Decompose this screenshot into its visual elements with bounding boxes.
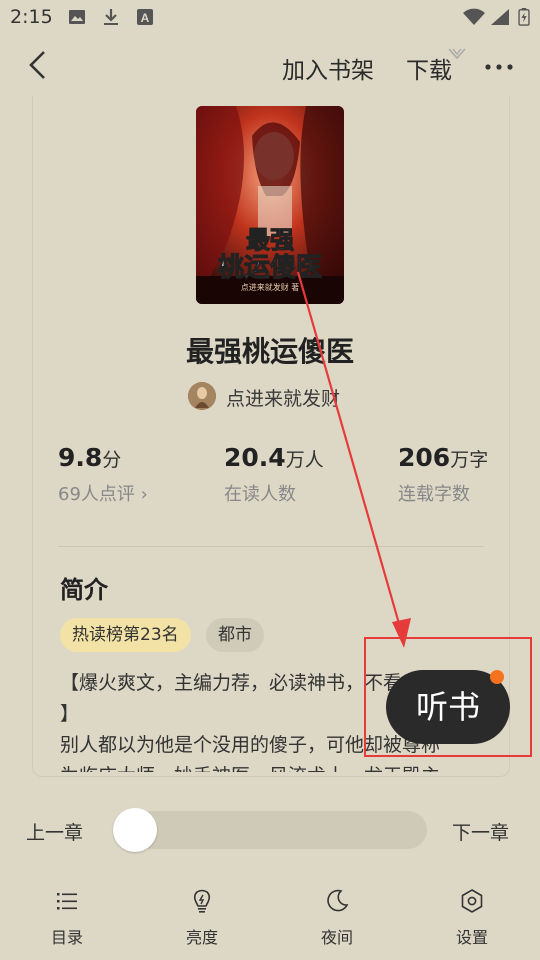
bottom-toolbar: 目录 亮度 夜间 设置	[0, 878, 540, 960]
cover-title-line1: 最强	[246, 226, 294, 254]
tab-catalog-label: 目录	[50, 928, 83, 947]
progress-slider[interactable]	[113, 811, 427, 849]
moon-icon	[327, 889, 349, 912]
status-time: 2:15	[10, 6, 53, 28]
tab-brightness[interactable]: 亮度	[162, 888, 242, 948]
svg-text:A: A	[141, 11, 150, 25]
highlight-box	[364, 637, 532, 757]
status-bar: 2:15 A	[0, 0, 540, 36]
cover-art-image: 最强 桃运傻医 点进来就发财 著	[196, 106, 344, 304]
cover-author: 点进来就发财 著	[241, 282, 300, 292]
wordcount-label: 连载字数	[398, 484, 470, 505]
author-avatar	[188, 382, 216, 410]
vip-badge-icon	[448, 48, 466, 60]
tab-night[interactable]: 夜间	[297, 888, 377, 948]
download-button[interactable]: 下载	[406, 51, 452, 85]
list-icon	[57, 893, 77, 910]
intro-heading: 简介	[60, 576, 108, 604]
wordcount-value: 206	[398, 443, 451, 472]
readers-label: 在读人数	[224, 484, 296, 505]
more-options-icon[interactable]	[484, 52, 514, 82]
tab-settings-label: 设置	[455, 928, 488, 947]
app-notification-icon: A	[137, 9, 153, 25]
back-arrow-icon[interactable]	[22, 48, 56, 82]
wifi-icon	[463, 8, 485, 25]
download-notification-icon	[104, 9, 118, 25]
tab-settings[interactable]: 设置	[432, 888, 512, 948]
book-title: 最强桃运傻医	[185, 335, 354, 368]
readers-stat: 20.4万人 在读人数	[224, 443, 324, 506]
book-cover[interactable]: 最强 桃运傻医 点进来就发财 著	[196, 106, 344, 304]
readers-unit: 万人	[285, 449, 324, 471]
top-bar: 加入书架 下载	[0, 36, 540, 96]
next-chapter-button[interactable]: 下一章	[452, 818, 509, 845]
wordcount-stat: 206万字 连载字数	[398, 443, 488, 506]
tab-brightness-label: 亮度	[185, 928, 218, 947]
rating-count-link[interactable]: 69人点评 ›	[58, 480, 148, 506]
prev-chapter-button[interactable]: 上一章	[26, 818, 83, 845]
rating-unit: 分	[102, 449, 122, 471]
image-notification-icon	[69, 10, 85, 24]
tab-catalog[interactable]: 目录	[27, 888, 107, 948]
readers-value: 20.4	[224, 443, 286, 472]
tab-night-label: 夜间	[320, 928, 353, 947]
brightness-icon	[193, 889, 211, 913]
settings-icon	[461, 889, 483, 913]
rating-value: 9.8	[58, 443, 103, 472]
wordcount-unit: 万字	[450, 449, 489, 471]
genre-tag[interactable]: 都市	[206, 618, 264, 652]
cover-title-line2: 桃运傻医	[218, 253, 322, 283]
divider	[58, 546, 484, 547]
slider-thumb[interactable]	[113, 808, 157, 852]
signal-icon	[491, 9, 509, 25]
rank-tag[interactable]: 热读榜第23名	[60, 618, 191, 652]
add-to-shelf-button[interactable]: 加入书架	[282, 51, 374, 85]
chapter-progress: 上一章 下一章	[0, 800, 540, 860]
author-name: 点进来就发财	[226, 388, 341, 410]
battery-icon	[518, 8, 530, 26]
intro-line: 为临床大师，妙手神医，风流术士，龙王殿主	[60, 761, 490, 772]
rating-stat[interactable]: 9.8分 69人点评 ›	[58, 443, 148, 506]
